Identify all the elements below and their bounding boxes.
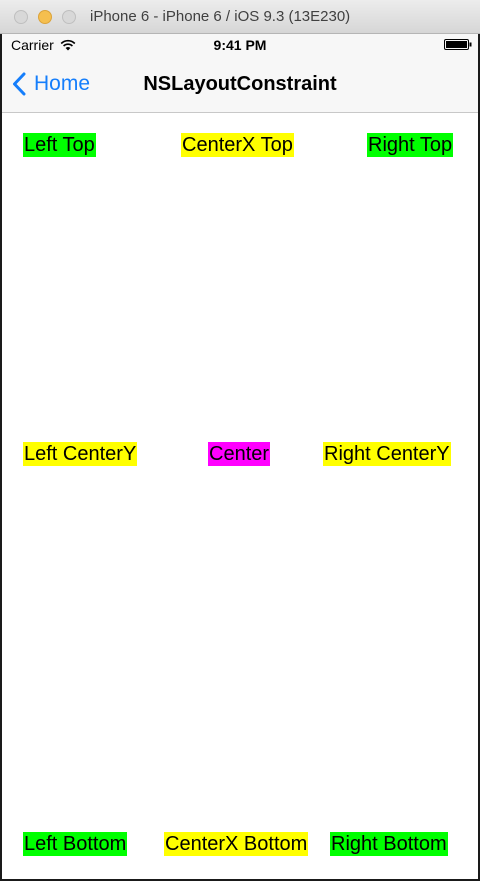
simulator-titlebar: iPhone 6 - iPhone 6 / iOS 9.3 (13E230) (0, 0, 480, 34)
label-left-centery: Left CenterY (23, 442, 138, 466)
window-title: iPhone 6 - iPhone 6 / iOS 9.3 (13E230) (90, 8, 351, 25)
label-right-top: Right Top (367, 133, 454, 157)
status-bar: Carrier 9:41 PM (2, 34, 478, 56)
label-center: Center (208, 442, 271, 466)
chevron-left-icon (13, 72, 26, 96)
label-right-centery: Right CenterY (323, 442, 451, 466)
status-time: 9:41 PM (213, 37, 267, 53)
navigation-bar: NSLayoutConstraint Home (2, 56, 478, 113)
label-centerx-top: CenterX Top (181, 133, 294, 157)
window-minimize-button[interactable] (38, 10, 52, 24)
constraint-demo-view: Left Top CenterX Top Right Top Left Cent… (2, 113, 478, 879)
label-right-bottom: Right Bottom (330, 832, 448, 856)
battery-icon (444, 39, 472, 50)
label-left-bottom: Left Bottom (23, 832, 128, 856)
back-button[interactable]: Home (12, 56, 90, 112)
label-left-top: Left Top (23, 133, 96, 157)
back-button-label: Home (34, 72, 91, 95)
window-zoom-button[interactable] (62, 10, 76, 24)
label-centerx-bottom: CenterX Bottom (164, 832, 309, 856)
device-screen: Carrier 9:41 PM NSLayoutConstraint Home … (0, 34, 480, 881)
window-close-button[interactable] (14, 10, 28, 24)
